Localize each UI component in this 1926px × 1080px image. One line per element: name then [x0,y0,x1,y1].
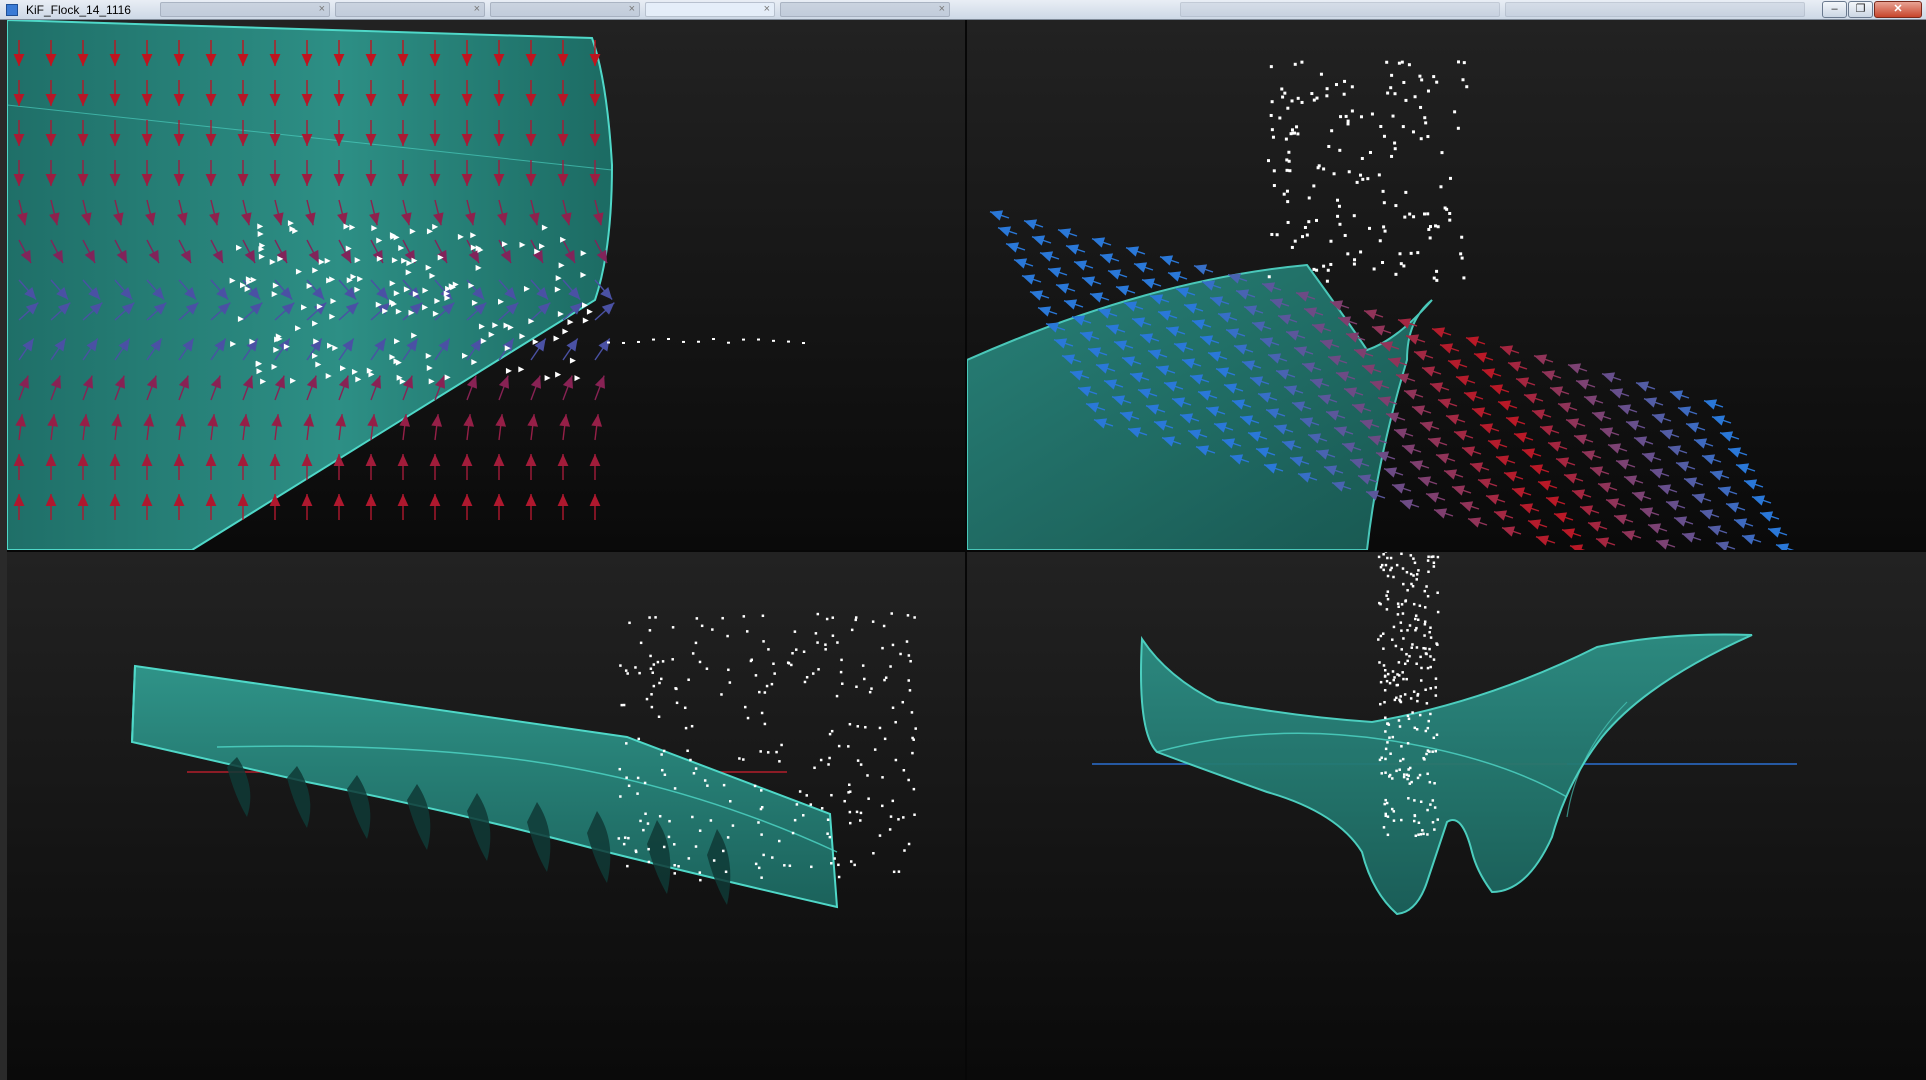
title-bar: KiF_Flock_14_1116 × × × × × – ❐ ✕ [0,0,1926,20]
flock-particles [1267,60,1469,283]
taskbar-tab[interactable]: × [335,2,485,17]
close-button[interactable]: ✕ [1874,1,1922,18]
window-title: KiF_Flock_14_1116 [26,3,131,17]
minimize-button[interactable]: – [1822,1,1847,18]
app-icon [6,4,18,16]
viewport-divider-horizontal [7,550,1926,552]
tab-close-icon[interactable]: × [474,3,480,16]
taskbar-tab-active[interactable]: × [645,2,775,17]
tab-close-icon[interactable]: × [939,3,945,16]
taskbar-tab[interactable]: × [780,2,950,17]
taskbar-strip [1180,2,1500,17]
window-left-edge [0,20,7,1080]
vector-field-canvas [967,60,1795,550]
viewport-bottom-left[interactable] [7,552,965,1080]
restore-button[interactable]: ❐ [1848,1,1873,18]
ribbon-canvas [130,612,917,909]
taskbar-tab[interactable]: × [160,2,330,17]
tab-close-icon[interactable]: × [764,3,770,16]
viewport-bottom-right[interactable] [967,552,1926,1080]
tab-close-icon[interactable]: × [629,3,635,16]
viewport-top-right[interactable] [967,20,1926,550]
tab-close-icon[interactable]: × [319,3,325,16]
vector-field-canvas [7,20,805,550]
taskbar-strip [1505,2,1805,17]
taskbar-tab[interactable]: × [490,2,640,17]
viewport-top-left[interactable] [7,20,965,550]
manta-canvas [1092,552,1797,916]
manta-surface [1140,633,1753,916]
